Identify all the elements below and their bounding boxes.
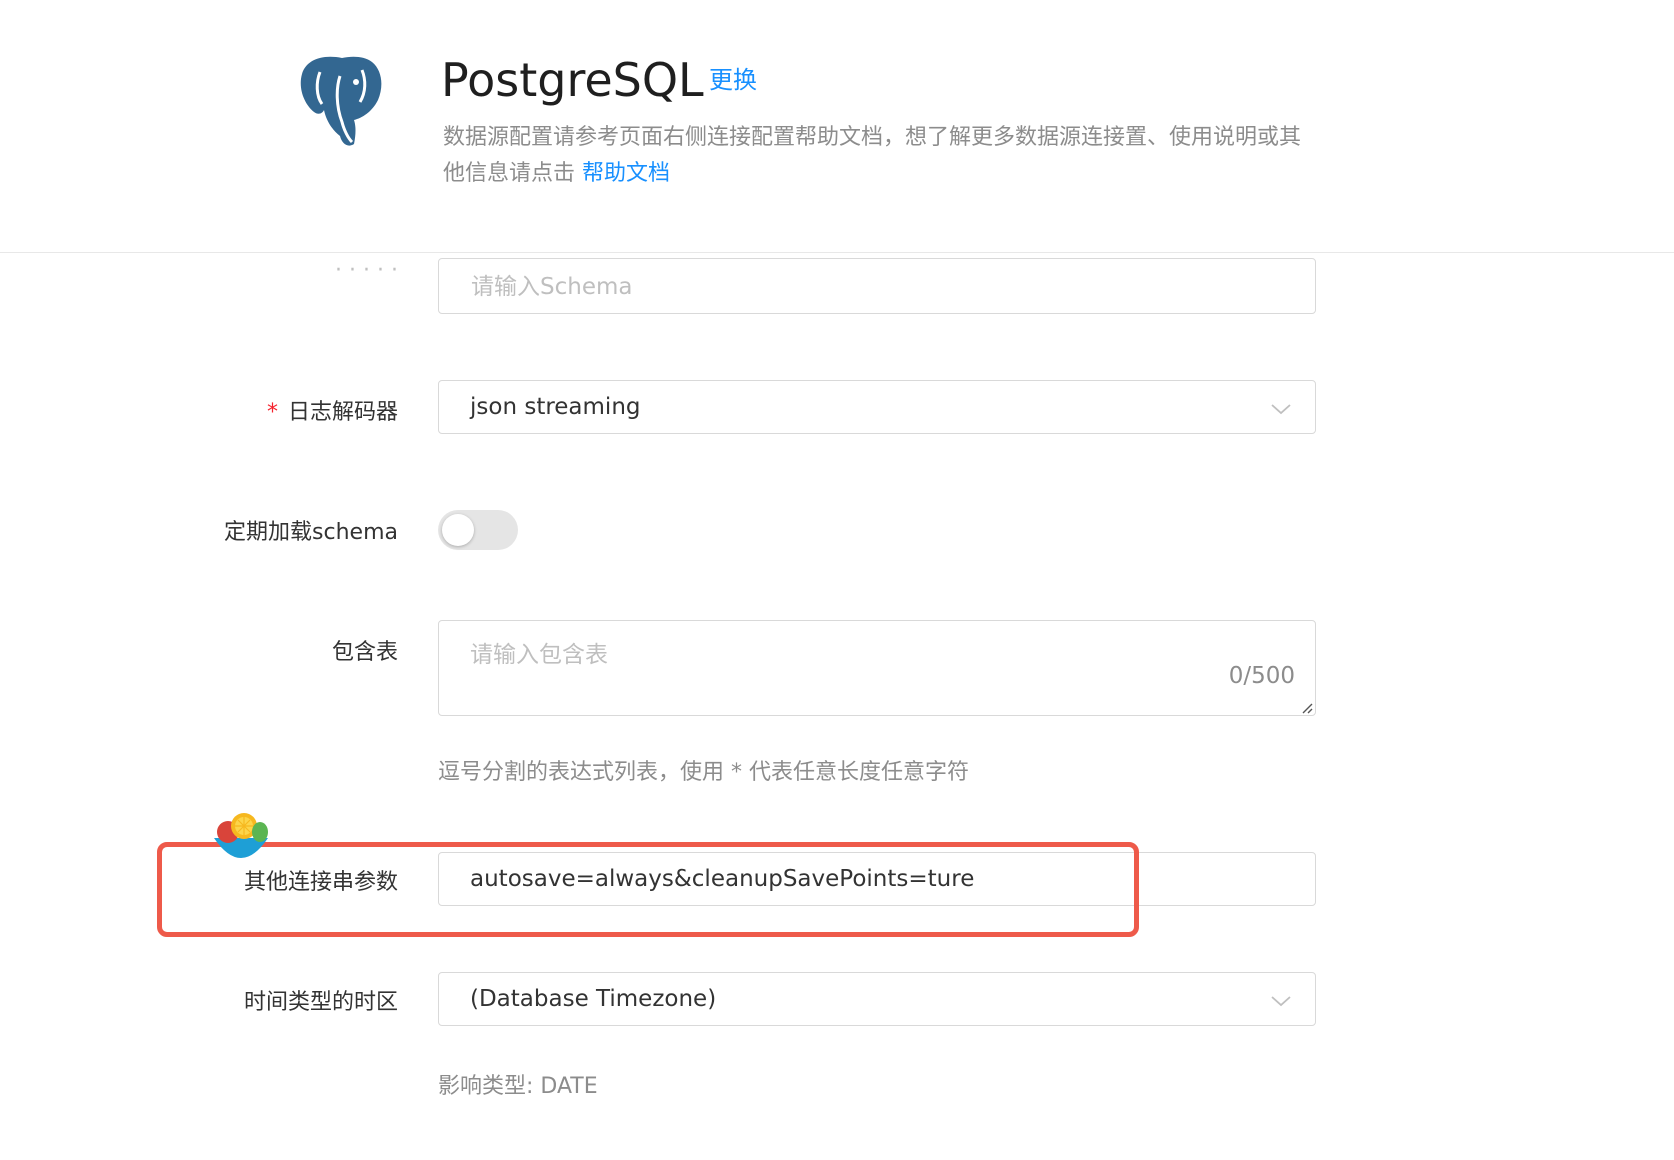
timezone-label: 时间类型的时区	[243, 990, 398, 1015]
log-decoder-label-text: 日志解码器	[287, 400, 398, 425]
include-tables-counter: 0/500	[1228, 663, 1295, 689]
datasource-title: PostgreSQL	[441, 53, 704, 107]
include-tables-textarea[interactable]: 请输入包含表 0/500	[438, 620, 1316, 716]
required-mark: *	[266, 400, 278, 425]
help-doc-link[interactable]: 帮助文档	[582, 161, 670, 186]
periodic-schema-toggle[interactable]	[438, 510, 518, 550]
timezone-select[interactable]: (Database Timezone)	[438, 972, 1316, 1026]
datasource-description: 数据源配置请参考页面右侧连接配置帮助文档，想了解更多数据源连接置、使用说明或其他…	[443, 120, 1303, 192]
schema-label-partial: · · · · ·	[335, 258, 398, 283]
timezone-value: (Database Timezone)	[470, 986, 717, 1012]
chevron-down-icon	[1271, 990, 1291, 1008]
log-decoder-value: json streaming	[470, 394, 641, 420]
include-tables-help: 逗号分割的表达式列表，使用 * 代表任意长度任意字符	[438, 760, 969, 785]
timezone-help: 影响类型: DATE	[438, 1074, 598, 1099]
annotation-highlight-box	[157, 842, 1139, 937]
toggle-knob	[442, 514, 474, 546]
fruit-bowl-icon	[210, 808, 272, 870]
log-decoder-select[interactable]: json streaming	[438, 380, 1316, 434]
description-text: 数据源配置请参考页面右侧连接配置帮助文档，想了解更多数据源连接置、使用说明或其他…	[443, 125, 1302, 186]
periodic-schema-label: 定期加载schema	[224, 520, 398, 545]
schema-input-placeholder: 请输入Schema	[471, 274, 633, 300]
postgresql-logo-icon	[292, 52, 392, 152]
change-datasource-link[interactable]: 更换	[709, 64, 757, 96]
chevron-down-icon	[1271, 398, 1291, 416]
resize-handle-icon[interactable]	[1299, 699, 1313, 714]
include-tables-label: 包含表	[331, 640, 398, 665]
include-tables-placeholder: 请输入包含表	[470, 642, 608, 668]
schema-row-partial: · · · · · 请输入Schema	[0, 253, 1674, 317]
log-decoder-label: * 日志解码器	[267, 394, 398, 426]
schema-input[interactable]: 请输入Schema	[438, 258, 1316, 314]
